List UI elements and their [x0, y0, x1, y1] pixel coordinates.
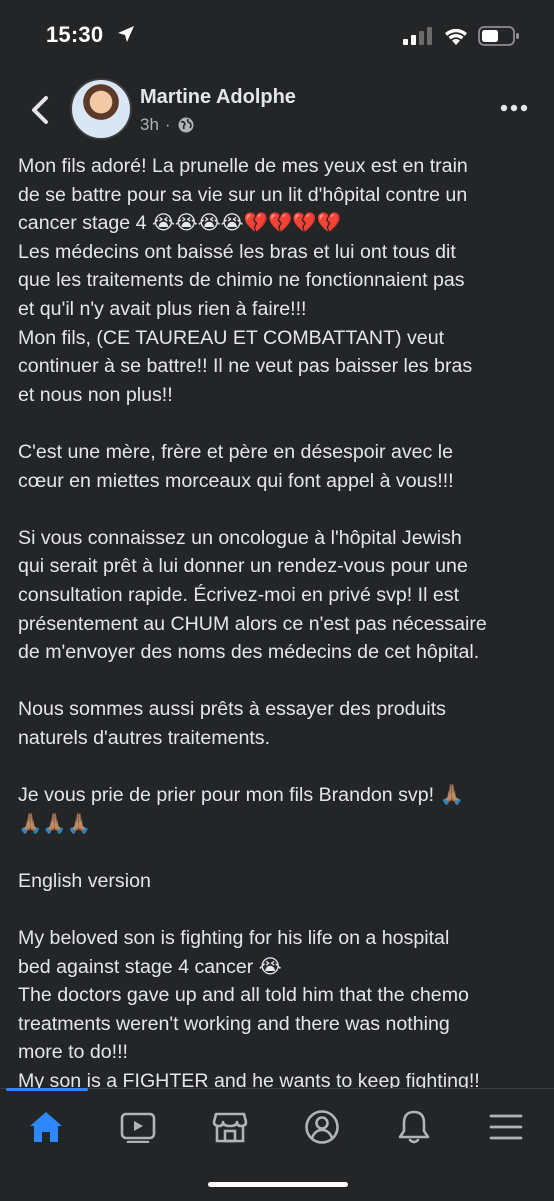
- author-name[interactable]: Martine Adolphe: [140, 86, 296, 109]
- cellular-signal-icon: [403, 27, 432, 45]
- post-paragraph: Si vous connaissez un oncologue à l'hôpi…: [18, 526, 487, 664]
- marketplace-icon: [212, 1112, 248, 1143]
- post-meta: 3h ·: [140, 115, 195, 135]
- tab-home[interactable]: [22, 1107, 70, 1147]
- meta-separator: ·: [164, 115, 171, 134]
- wifi-icon: [445, 28, 467, 45]
- post-paragraph: C'est une mère, frère et père en désespo…: [18, 440, 454, 492]
- tab-notifications[interactable]: [390, 1107, 438, 1147]
- post-paragraph: Je vous prie de prier pour mon fils Bran…: [18, 784, 464, 835]
- status-time: 15:30: [46, 22, 104, 47]
- post-paragraph: Nous sommes aussi prêts à essayer des pr…: [18, 698, 446, 749]
- home-indicator[interactable]: [208, 1182, 348, 1187]
- tab-video[interactable]: [114, 1107, 162, 1147]
- battery-icon: [478, 26, 519, 46]
- post-body: Mon fils adoré! La prunelle de mes yeux …: [18, 152, 538, 1096]
- post-paragraph: Mon fils adoré! La prunelle de mes yeux …: [18, 155, 473, 406]
- avatar[interactable]: [70, 78, 132, 140]
- back-chevron-icon[interactable]: [26, 92, 56, 128]
- post-header: Martine Adolphe 3h ·: [0, 70, 554, 150]
- home-icon: [30, 1112, 62, 1142]
- post-paragraph: My beloved son is fighting for his life …: [18, 927, 480, 1092]
- location-arrow-icon: [118, 26, 134, 42]
- post-time[interactable]: 3h: [140, 115, 159, 135]
- tab-profile[interactable]: [298, 1107, 346, 1147]
- globe-icon: [178, 117, 194, 133]
- bell-icon: [398, 1110, 430, 1144]
- tab-menu[interactable]: [482, 1107, 530, 1147]
- more-options-icon[interactable]: [500, 104, 528, 112]
- tab-marketplace[interactable]: [206, 1107, 254, 1147]
- active-tab-indicator: [6, 1088, 88, 1091]
- status-bar: 15:30: [0, 0, 554, 70]
- video-icon: [120, 1112, 156, 1143]
- profile-icon: [305, 1110, 339, 1144]
- post-paragraph: English version: [18, 869, 151, 892]
- menu-icon: [489, 1114, 523, 1140]
